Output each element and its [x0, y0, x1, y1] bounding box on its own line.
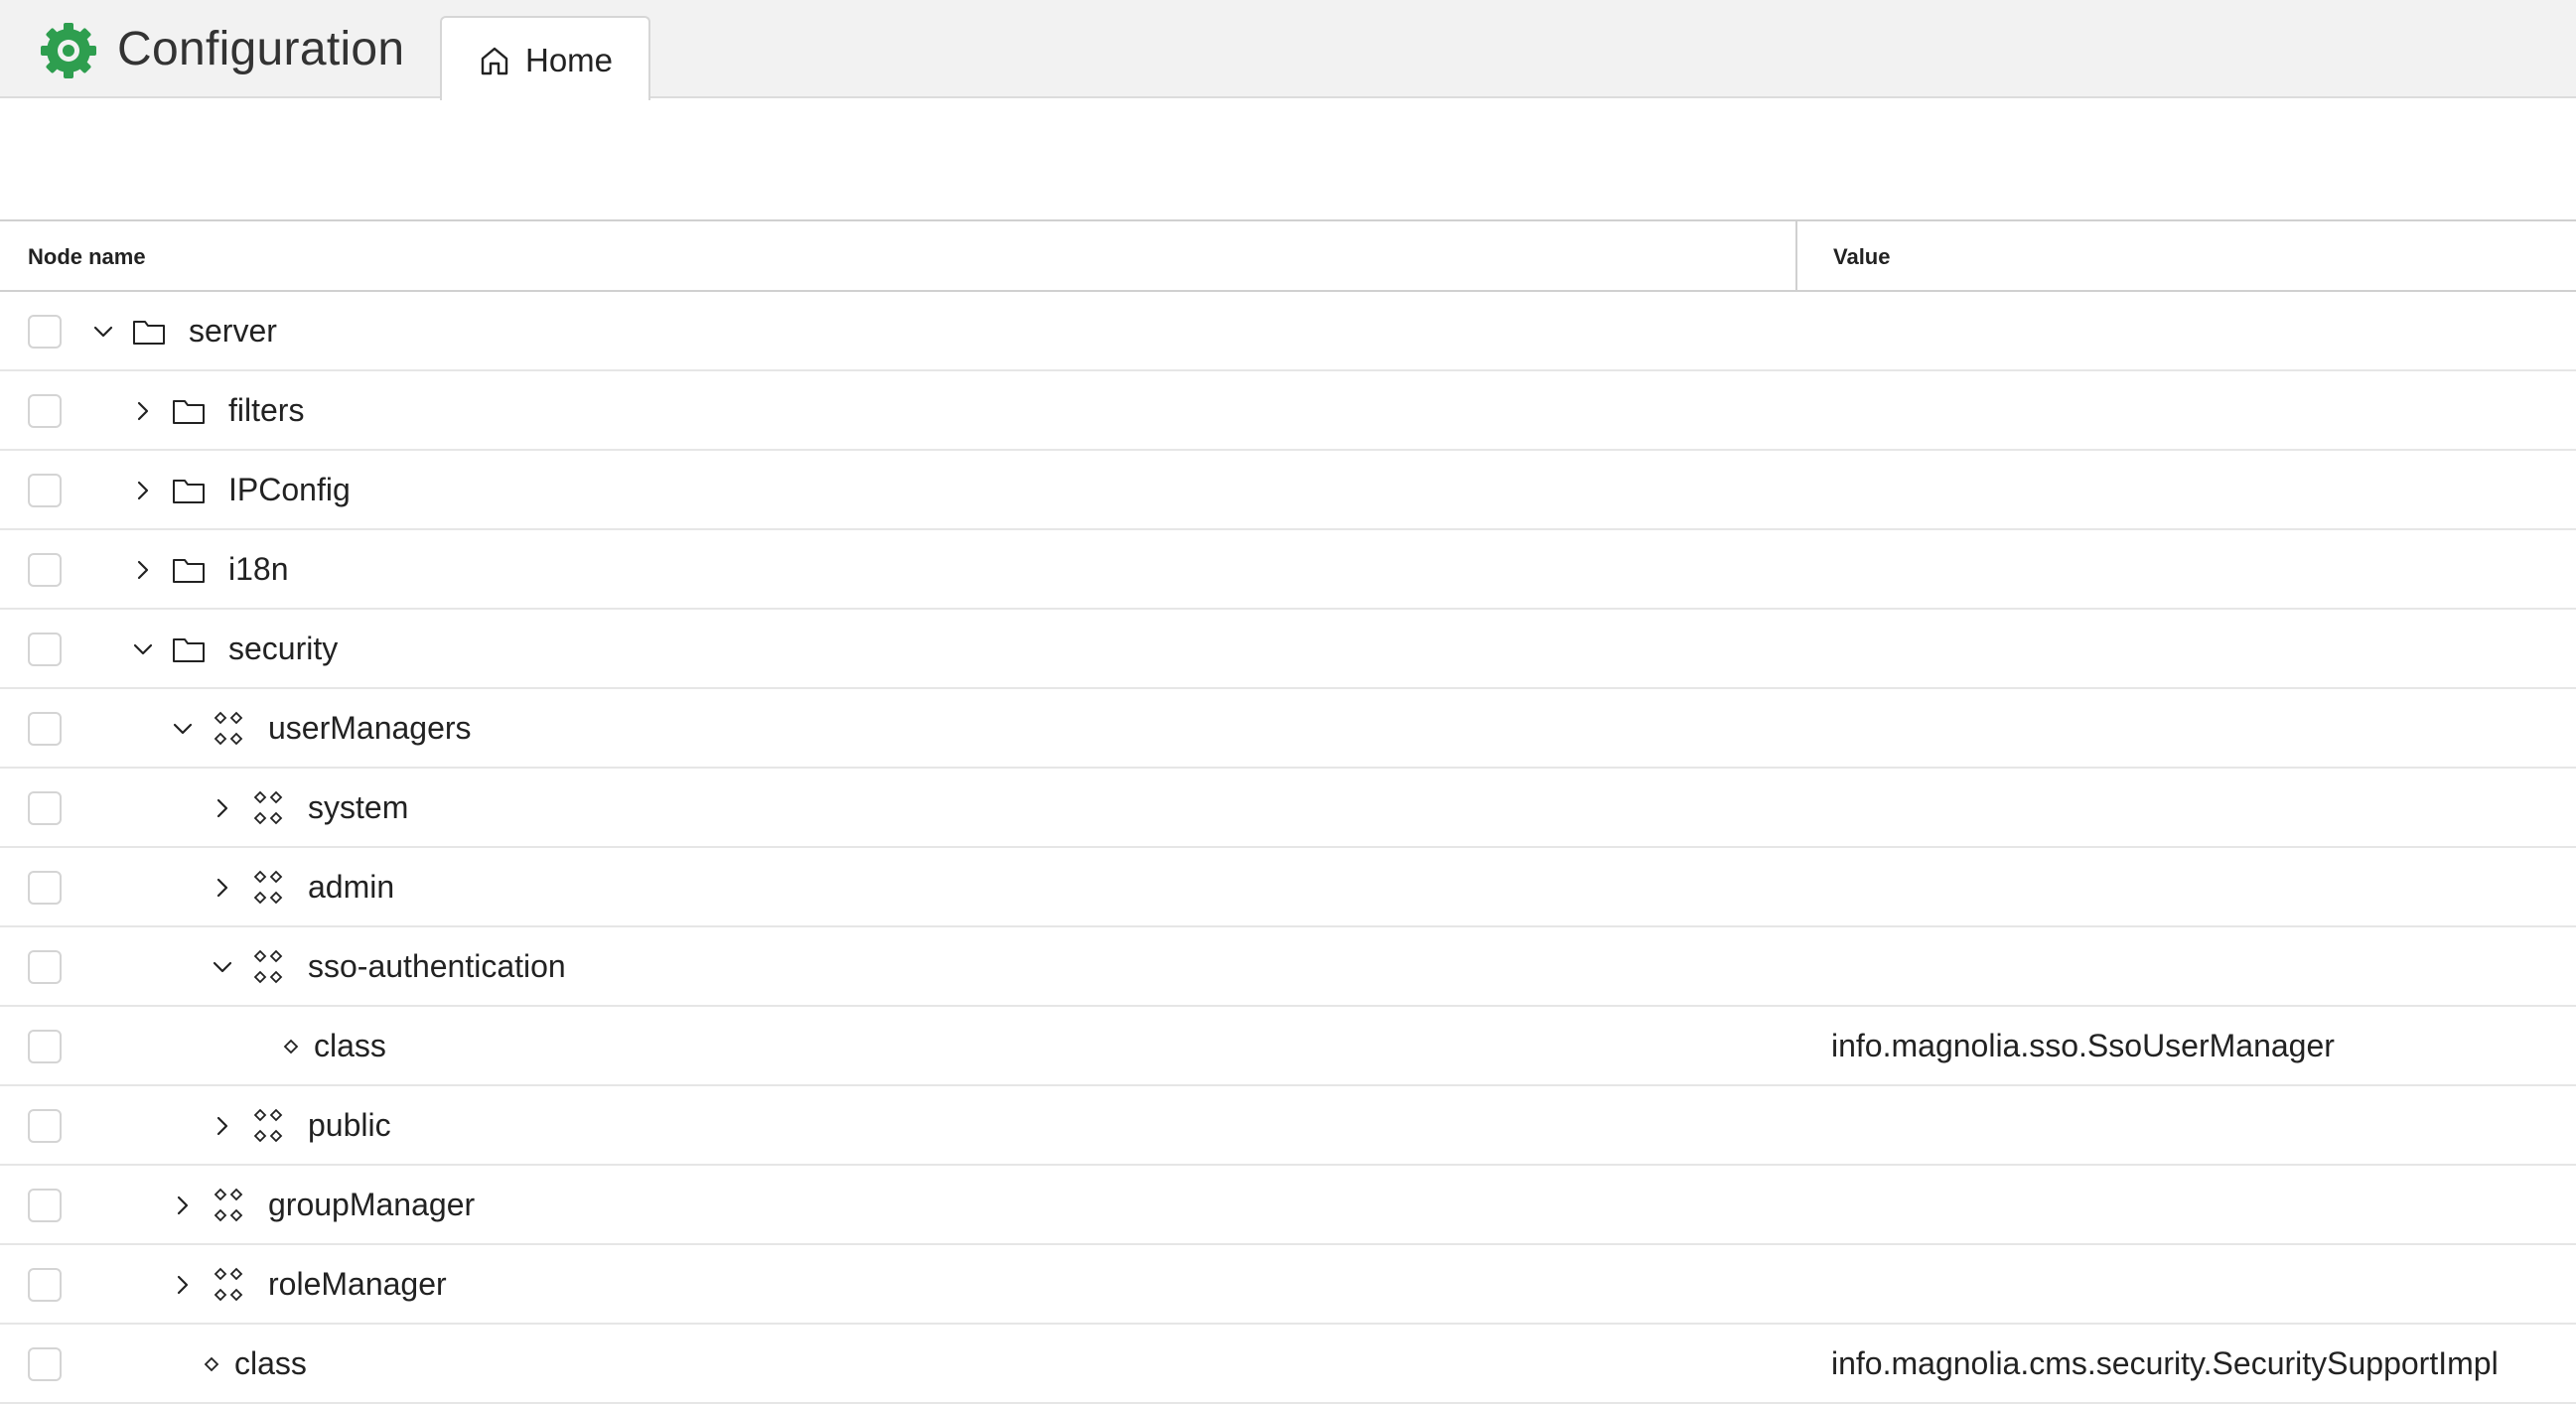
chevron-right-icon[interactable]: [167, 1269, 199, 1301]
node-name: admin: [308, 869, 395, 905]
tree-row[interactable]: public: [0, 1086, 2576, 1166]
chevron-down-icon[interactable]: [207, 951, 238, 983]
row-checkbox[interactable]: [28, 1347, 62, 1381]
column-divider[interactable]: [1795, 221, 1797, 292]
tree-row[interactable]: security: [0, 610, 2576, 689]
content-node-icon: [253, 949, 283, 984]
row-checkbox[interactable]: [28, 1109, 62, 1143]
tree-row[interactable]: class info.magnolia.sso.SsoUserManager: [0, 1007, 2576, 1086]
app-title: Configuration: [117, 23, 405, 75]
node-name: i18n: [228, 551, 289, 587]
tree-grid: Node name Value server filters IPConfig i18…: [0, 219, 2576, 1406]
tree-row[interactable]: groupManager: [0, 1166, 2576, 1245]
row-checkbox[interactable]: [28, 633, 62, 666]
content-node-icon: [253, 870, 283, 905]
tree-row[interactable]: class info.magnolia.cms.security.Security…: [0, 1325, 2576, 1404]
tree-row[interactable]: IPConfig: [0, 451, 2576, 530]
row-checkbox[interactable]: [28, 394, 62, 428]
content-node-icon: [253, 1108, 283, 1143]
app-header: Configuration Home: [0, 0, 2576, 100]
tree-row[interactable]: sso-authentication: [0, 927, 2576, 1007]
tree-row[interactable]: server: [0, 292, 2576, 371]
node-value: info.magnolia.sso.SsoUserManager: [1831, 1028, 2335, 1063]
folder-icon: [173, 638, 205, 662]
property-icon: [204, 1356, 219, 1372]
tab-home[interactable]: Home: [440, 16, 650, 100]
node-name: sso-authentication: [308, 948, 566, 984]
row-checkbox[interactable]: [28, 1268, 62, 1302]
chevron-right-icon[interactable]: [207, 872, 238, 904]
tree-row[interactable]: system: [0, 769, 2576, 848]
row-checkbox[interactable]: [28, 950, 62, 984]
content-node-icon: [214, 711, 243, 746]
node-name: public: [308, 1107, 391, 1143]
gear-icon: [41, 23, 96, 78]
chevron-down-icon[interactable]: [127, 633, 159, 665]
row-checkbox[interactable]: [28, 1189, 62, 1222]
property-icon: [283, 1039, 299, 1054]
tree-row[interactable]: filters: [0, 371, 2576, 451]
content-node-icon: [253, 790, 283, 825]
folder-icon: [173, 559, 205, 583]
row-checkbox[interactable]: [28, 474, 62, 507]
chevron-right-icon[interactable]: [207, 792, 238, 824]
folder-icon: [173, 480, 205, 503]
chevron-down-icon[interactable]: [87, 316, 119, 348]
row-checkbox[interactable]: [28, 315, 62, 349]
tree-row[interactable]: admin: [0, 848, 2576, 927]
chevron-right-icon[interactable]: [127, 554, 159, 586]
row-checkbox[interactable]: [28, 1030, 62, 1063]
node-value: info.magnolia.cms.security.SecuritySuppo…: [1831, 1345, 2499, 1381]
node-name: IPConfig: [228, 472, 351, 507]
column-header-value[interactable]: Value: [1833, 221, 1890, 292]
tree-row[interactable]: userManagers: [0, 689, 2576, 769]
node-name: security: [228, 631, 339, 666]
content-node-icon: [214, 1267, 243, 1302]
chevron-right-icon[interactable]: [207, 1110, 238, 1142]
grid-header: Node name Value: [0, 219, 2576, 292]
node-name: filters: [228, 392, 305, 428]
node-name: userManagers: [268, 710, 472, 746]
content-node-icon: [214, 1188, 243, 1222]
chevron-right-icon[interactable]: [127, 395, 159, 427]
row-checkbox[interactable]: [28, 791, 62, 825]
node-name: server: [189, 313, 277, 349]
row-checkbox[interactable]: [28, 553, 62, 587]
node-name: roleManager: [268, 1266, 447, 1302]
node-name: groupManager: [268, 1187, 476, 1222]
tab-home-label: Home: [525, 42, 614, 78]
home-icon: [481, 47, 508, 75]
tree-row[interactable]: roleManager: [0, 1245, 2576, 1325]
row-checkbox[interactable]: [28, 712, 62, 746]
chevron-down-icon[interactable]: [167, 713, 199, 745]
node-name: class: [314, 1028, 386, 1063]
column-header-node-name[interactable]: Node name: [28, 221, 146, 292]
chevron-right-icon[interactable]: [167, 1190, 199, 1221]
folder-icon: [133, 321, 165, 345]
chevron-right-icon[interactable]: [127, 475, 159, 506]
node-name: system: [308, 789, 409, 825]
folder-icon: [173, 400, 205, 424]
node-name: class: [234, 1345, 307, 1381]
tree-rows: server filters IPConfig i18n security userMan…: [0, 292, 2576, 1404]
tree-row[interactable]: i18n: [0, 530, 2576, 610]
row-checkbox[interactable]: [28, 871, 62, 905]
